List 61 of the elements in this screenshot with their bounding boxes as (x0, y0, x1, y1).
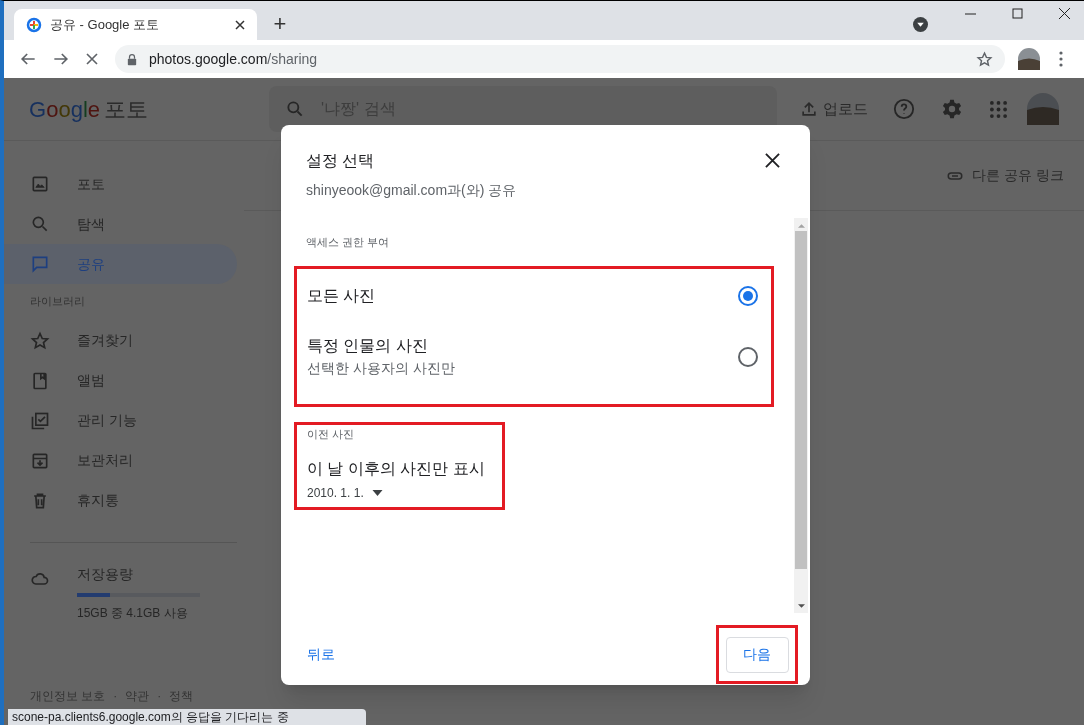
help-icon[interactable] (893, 98, 915, 120)
separator-dot: · (113, 688, 118, 705)
sidebar-item[interactable]: 앨범 (4, 360, 244, 401)
date-filter-title: 이 날 이후의 사진만 표시 (307, 459, 486, 479)
tab-title: 공유 - Google 포토 (50, 15, 161, 34)
maximize-icon[interactable] (1011, 7, 1025, 21)
checkbox-stack-icon (30, 410, 50, 431)
dialog-subtitle: shinyeook@gmail.com과(와) 공유 (306, 181, 518, 200)
star-icon[interactable] (976, 50, 993, 68)
profile-avatar-icon[interactable] (1018, 48, 1040, 70)
address-bar[interactable]: photos.google.com/sharing (115, 45, 1005, 73)
sidebar-item[interactable]: 공유 (4, 244, 237, 284)
option-label: 모든 사진 (307, 285, 377, 306)
option-label: 특정 인물의 사진 (307, 336, 429, 356)
lock-icon (127, 52, 137, 66)
google-photos-logo[interactable]: Google 포토 (29, 92, 269, 126)
photo-icon (30, 174, 50, 194)
dialog-title: 설정 선택 (306, 151, 376, 171)
next-button[interactable]: 다음 (725, 636, 789, 673)
sidebar-item[interactable]: 탐색 (4, 204, 237, 244)
status-bar: scone-pa.clients6.google.com의 응답을 기다리는 중 (8, 709, 366, 725)
back-button[interactable]: 뒤로 (298, 636, 344, 673)
menu-icon[interactable] (1059, 51, 1063, 67)
radio-option[interactable]: 특정 인물의 사진 선택한 사용자의 사진만 (307, 325, 761, 388)
sidebar-item[interactable]: 포토 (4, 164, 237, 204)
photos-logo-icon (26, 16, 42, 33)
close-icon[interactable] (765, 153, 780, 168)
apps-grid-icon[interactable] (990, 100, 1007, 118)
date-dropdown[interactable]: 2010. 1. 1. (307, 484, 383, 502)
settings-icon[interactable] (941, 98, 963, 120)
radio-button[interactable] (738, 285, 758, 306)
browser-tab[interactable]: 공유 - Google 포토 (14, 9, 257, 40)
search-icon (285, 99, 305, 119)
section-label: 액세스 권한 부여 (306, 235, 391, 250)
caret-icon (371, 490, 383, 496)
dropdown-icon[interactable] (913, 17, 928, 32)
sidebar-item[interactable]: 휴지통 (4, 480, 244, 521)
share-link[interactable]: 다른 공유 링크 (946, 165, 1064, 186)
upload-button[interactable]: 업로드 (799, 97, 868, 121)
account-avatar-icon[interactable] (1027, 93, 1059, 125)
sidebar-item[interactable]: 관리 기능 (4, 400, 244, 441)
option-description: 선택한 사용자의 사진만 (307, 359, 456, 378)
chat-bubble-icon (30, 254, 50, 274)
scroll-down-icon[interactable] (797, 604, 805, 608)
album-icon (30, 370, 50, 391)
close-icon[interactable] (1058, 7, 1072, 21)
new-tab-button[interactable]: + (268, 12, 292, 36)
upload-icon (799, 99, 819, 119)
section-label: 이전 사진 (307, 426, 356, 442)
url-text: photos.google.com/sharing (149, 49, 319, 69)
sidebar-item[interactable]: 보관처리 (4, 440, 244, 481)
close-icon[interactable] (235, 19, 245, 30)
storage-usage: 15GB 중 4.1GB 사용 (77, 604, 189, 622)
scrollbar[interactable] (794, 218, 808, 613)
radio-button[interactable] (738, 346, 758, 367)
radio-option[interactable]: 모든 사진 (307, 271, 761, 320)
search-icon (30, 214, 50, 234)
sidebar-item[interactable]: 즐겨찾기 (4, 320, 244, 361)
storage-label: 저장용량 (77, 564, 134, 584)
separator-dot: · (157, 688, 162, 705)
star-icon (30, 330, 50, 351)
